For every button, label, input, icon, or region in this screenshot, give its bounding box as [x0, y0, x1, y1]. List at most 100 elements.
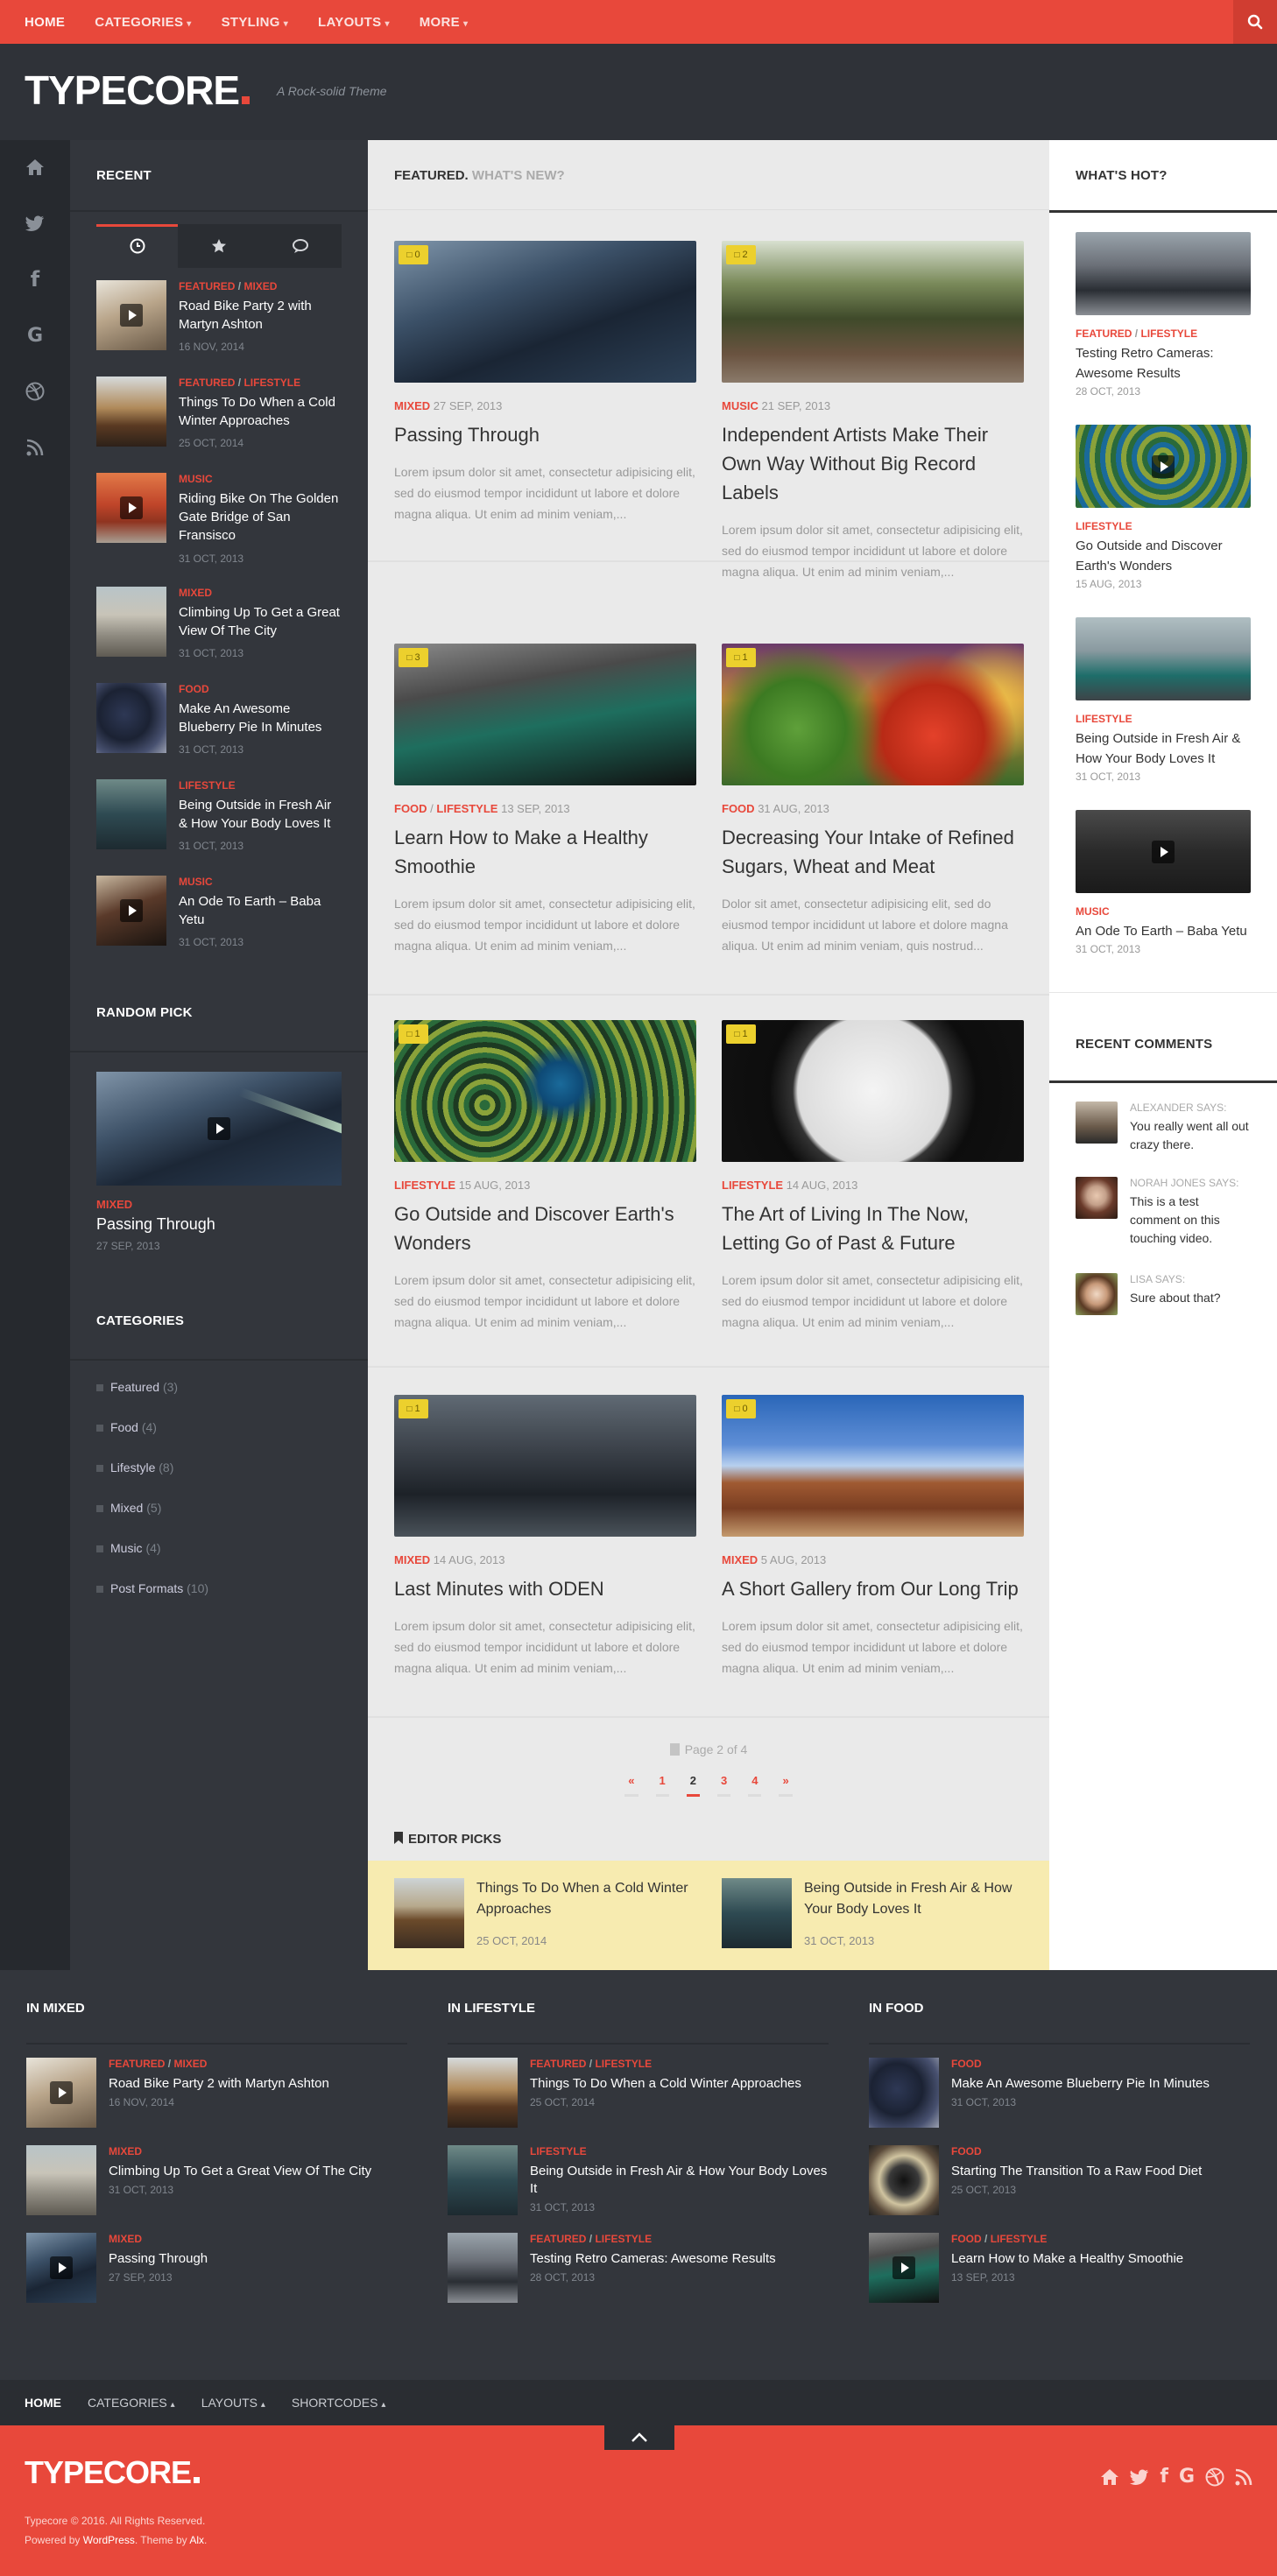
- recent-category[interactable]: FEATURED / LIFESTYLE: [179, 377, 300, 389]
- twitter-icon[interactable]: [1130, 2468, 1149, 2485]
- recent-thumbnail[interactable]: [96, 683, 166, 753]
- footer-nav-layouts[interactable]: LAYOUTS ▴: [201, 2396, 265, 2410]
- footer-post-category[interactable]: FOOD / LIFESTYLE: [951, 2233, 1047, 2245]
- post-category[interactable]: LIFESTYLE: [394, 1179, 455, 1192]
- footer-post-thumbnail[interactable]: [26, 2233, 96, 2303]
- comment-count-badge[interactable]: □ 1: [399, 1399, 428, 1418]
- post-title[interactable]: The Art of Living In The Now, Letting Go…: [722, 1200, 1024, 1257]
- tab-recent[interactable]: [96, 224, 179, 268]
- footer-post-item[interactable]: FOOD Starting The Transition To a Raw Foo…: [869, 2145, 1250, 2215]
- hot-thumbnail[interactable]: [1076, 232, 1251, 315]
- recent-category[interactable]: MIXED: [179, 587, 212, 599]
- footer-post-thumbnail[interactable]: [448, 2233, 518, 2303]
- footer-post-category[interactable]: MIXED: [109, 2145, 142, 2157]
- category-link[interactable]: FOOD: [179, 683, 209, 695]
- alx-link[interactable]: Alx: [189, 2534, 204, 2546]
- post-title[interactable]: Last Minutes with ODEN: [394, 1574, 696, 1603]
- hot-thumbnail[interactable]: [1076, 425, 1251, 508]
- category-link[interactable]: LIFESTYLE: [1076, 713, 1132, 725]
- post-category[interactable]: FOOD: [722, 802, 755, 815]
- post-title[interactable]: Go Outside and Discover Earth's Wonders: [394, 1200, 696, 1257]
- recent-item[interactable]: FEATURED / LIFESTYLE Things To Do When a …: [96, 377, 342, 455]
- category-link[interactable]: MIXED: [179, 587, 212, 599]
- footer-post-title[interactable]: Testing Retro Cameras: Awesome Results: [530, 2250, 828, 2268]
- avatar[interactable]: [1076, 1101, 1118, 1144]
- category-link[interactable]: FOOD: [951, 2058, 982, 2070]
- footer-post-category[interactable]: MIXED: [109, 2233, 142, 2245]
- recent-item[interactable]: FOOD Make An Awesome Blueberry Pie In Min…: [96, 683, 342, 762]
- tab-popular[interactable]: [178, 224, 259, 268]
- category-item[interactable]: Lifestyle (8): [96, 1460, 173, 1475]
- nav-item-layouts[interactable]: LAYOUTS ▾: [318, 15, 390, 30]
- footer-post-title[interactable]: Passing Through: [109, 2250, 406, 2268]
- category-link[interactable]: MIXED: [243, 280, 277, 292]
- avatar[interactable]: [1076, 1177, 1118, 1219]
- recent-thumbnail[interactable]: [96, 377, 166, 447]
- search-button[interactable]: [1233, 0, 1277, 44]
- category-link[interactable]: MIXED: [109, 2145, 142, 2157]
- category-link[interactable]: FOOD: [951, 2233, 982, 2245]
- editor-pick-thumbnail[interactable]: [394, 1878, 464, 1948]
- comment-count-badge[interactable]: □ 2: [726, 245, 756, 264]
- footer-post-item[interactable]: MIXED Climbing Up To Get a Great View Of …: [26, 2145, 407, 2215]
- facebook-icon[interactable]: f: [1160, 2466, 1168, 2488]
- recent-title[interactable]: Climbing Up To Get a Great View Of The C…: [179, 603, 342, 640]
- dribbble-icon[interactable]: [22, 378, 48, 405]
- recent-thumbnail[interactable]: [96, 779, 166, 849]
- footer-post-item[interactable]: MIXED Passing Through 27 SEP, 2013: [26, 2233, 407, 2303]
- page-link[interactable]: »: [779, 1774, 793, 1797]
- post-category[interactable]: MIXED: [394, 1553, 430, 1566]
- random-pick-title-link[interactable]: Passing Through: [96, 1215, 215, 1234]
- comment-item[interactable]: NORAH JONES SAYS: This is a test comment …: [1076, 1177, 1251, 1247]
- footer-post-thumbnail[interactable]: [26, 2145, 96, 2215]
- recent-category[interactable]: MUSIC: [179, 473, 213, 485]
- tab-comments[interactable]: [260, 224, 342, 268]
- footer-post-category[interactable]: FEATURED / MIXED: [109, 2058, 207, 2070]
- footer-post-title[interactable]: Being Outside in Fresh Air & How Your Bo…: [530, 2163, 828, 2198]
- recent-title[interactable]: Riding Bike On The Golden Gate Bridge of…: [179, 489, 342, 545]
- category-link[interactable]: LIFESTYLE: [991, 2233, 1048, 2245]
- category-name[interactable]: Post Formats: [110, 1581, 183, 1595]
- footer-post-item[interactable]: FOOD Make An Awesome Blueberry Pie In Min…: [869, 2058, 1250, 2128]
- category-link[interactable]: LIFESTYLE: [1140, 327, 1197, 340]
- rss-icon[interactable]: [22, 434, 48, 461]
- category-link[interactable]: FEATURED: [530, 2233, 586, 2245]
- comment-count-badge[interactable]: □ 1: [726, 1024, 756, 1044]
- hot-thumbnail[interactable]: [1076, 810, 1251, 893]
- category-name[interactable]: Mixed: [110, 1501, 143, 1515]
- nav-item-more[interactable]: MORE ▾: [420, 15, 469, 30]
- post-category[interactable]: LIFESTYLE: [436, 802, 497, 815]
- footer-post-item[interactable]: FEATURED / MIXED Road Bike Party 2 with M…: [26, 2058, 407, 2128]
- footer-post-thumbnail[interactable]: [26, 2058, 96, 2128]
- category-link[interactable]: MIXED: [109, 2233, 142, 2245]
- category-link[interactable]: FOOD: [951, 2145, 982, 2157]
- nav-item-categories[interactable]: CATEGORIES ▾: [95, 15, 191, 30]
- post-thumbnail[interactable]: □ 0: [394, 241, 696, 383]
- post-category[interactable]: MIXED: [722, 1553, 758, 1566]
- dribbble-icon[interactable]: [1205, 2467, 1224, 2487]
- category-item[interactable]: Food (4): [96, 1420, 157, 1434]
- category-link[interactable]: MUSIC: [1076, 905, 1110, 918]
- category-link[interactable]: LIFESTYLE: [243, 377, 300, 389]
- footer-post-thumbnail[interactable]: [448, 2058, 518, 2128]
- hot-title[interactable]: Being Outside in Fresh Air & How Your Bo…: [1076, 728, 1251, 769]
- category-link[interactable]: LIFESTYLE: [179, 779, 236, 792]
- footer-post-title[interactable]: Learn How to Make a Healthy Smoothie: [951, 2250, 1249, 2268]
- recent-title[interactable]: Make An Awesome Blueberry Pie In Minutes: [179, 700, 342, 736]
- footer-post-thumbnail[interactable]: [869, 2145, 939, 2215]
- category-link[interactable]: FEATURED: [1076, 327, 1132, 340]
- footer-post-category[interactable]: FEATURED / LIFESTYLE: [530, 2058, 652, 2070]
- footer-post-item[interactable]: LIFESTYLE Being Outside in Fresh Air & Ho…: [448, 2145, 829, 2215]
- category-name[interactable]: Food: [110, 1420, 138, 1434]
- hot-title[interactable]: Go Outside and Discover Earth's Wonders: [1076, 536, 1251, 576]
- comment-count-badge[interactable]: □ 3: [399, 648, 428, 667]
- footer-post-title[interactable]: Things To Do When a Cold Winter Approach…: [530, 2075, 828, 2093]
- page-link[interactable]: «: [624, 1774, 638, 1797]
- post-title[interactable]: Passing Through: [394, 420, 696, 449]
- footer-post-category[interactable]: FOOD: [951, 2145, 982, 2157]
- category-item[interactable]: Mixed (5): [96, 1501, 161, 1515]
- recent-item[interactable]: MUSIC Riding Bike On The Golden Gate Brid…: [96, 473, 342, 565]
- nav-item-home[interactable]: HOME: [25, 15, 65, 30]
- hot-title[interactable]: Testing Retro Cameras: Awesome Results: [1076, 343, 1251, 384]
- post-category[interactable]: MUSIC: [722, 399, 758, 412]
